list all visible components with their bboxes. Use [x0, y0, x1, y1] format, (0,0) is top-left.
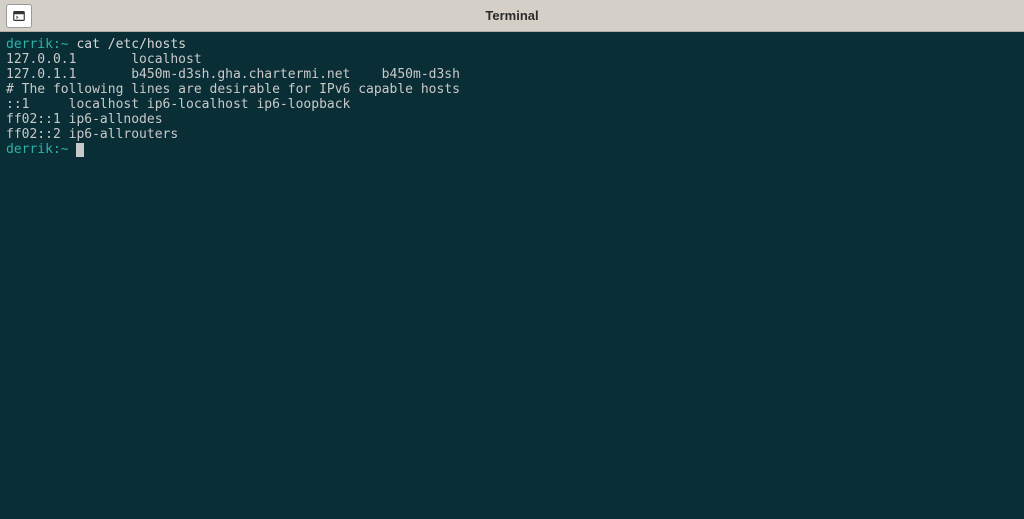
terminal-tab-icon: [12, 9, 26, 23]
new-tab-button[interactable]: [6, 4, 32, 28]
cursor: [76, 143, 84, 157]
shell-prompt: derrik:~: [6, 37, 69, 52]
terminal-output[interactable]: derrik:~ cat /etc/hosts127.0.0.1 localho…: [0, 32, 1024, 519]
output-line: # The following lines are desirable for …: [6, 83, 1018, 98]
window-title: Terminal: [485, 8, 538, 23]
output-line: ::1 localhost ip6-localhost ip6-loopback: [6, 98, 1018, 113]
output-line: 127.0.0.1 localhost: [6, 53, 1018, 68]
output-line: ff02::1 ip6-allnodes: [6, 113, 1018, 128]
shell-prompt: derrik:~: [6, 142, 69, 157]
titlebar: Terminal: [0, 0, 1024, 32]
output-line: 127.0.1.1 b450m-d3sh.gha.chartermi.net b…: [6, 68, 1018, 83]
output-line: ff02::2 ip6-allrouters: [6, 128, 1018, 143]
command-text: cat /etc/hosts: [69, 37, 186, 52]
